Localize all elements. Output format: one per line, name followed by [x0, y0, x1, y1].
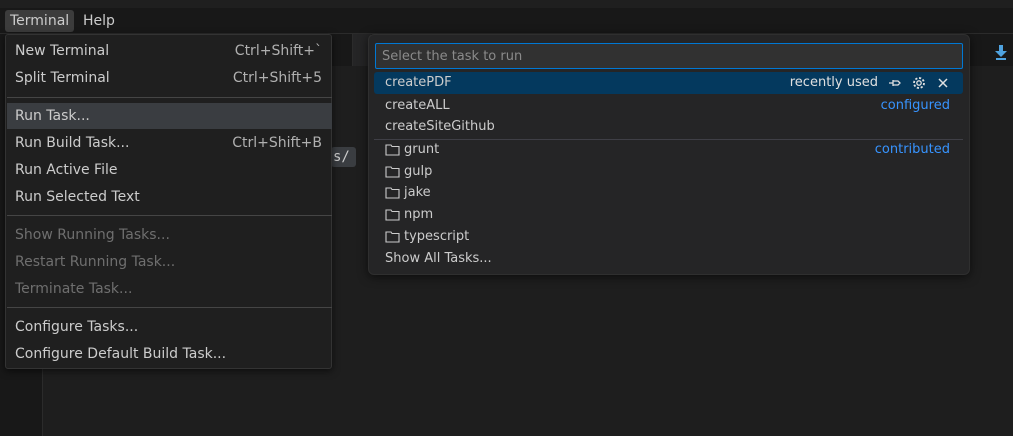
menu-item-run-selected-text[interactable]: Run Selected Text [7, 184, 332, 210]
menu-item-configure-tasks[interactable]: Configure Tasks... [7, 314, 332, 340]
menu-separator [7, 307, 332, 308]
menu-item-restart-running-task: Restart Running Task... [7, 249, 332, 275]
menu-item-label: Configure Tasks... [15, 319, 139, 335]
task-item-createall[interactable]: createALL configured [374, 95, 963, 117]
terminal-menu: New Terminal Ctrl+Shift+` Split Terminal… [5, 34, 332, 369]
folder-icon [385, 209, 400, 221]
menu-item-label: Restart Running Task... [15, 254, 176, 270]
task-item-grunt[interactable]: grunt contributed [374, 139, 963, 161]
menu-item-shortcut: Ctrl+Shift+5 [232, 70, 322, 86]
task-item-label: createPDF [385, 75, 452, 90]
menu-item-shortcut: Ctrl+Shift+` [234, 43, 322, 59]
task-item-label: createALL [385, 98, 450, 113]
folder-icon [385, 231, 400, 243]
pin-icon[interactable] [887, 75, 903, 91]
task-item-typescript[interactable]: typescript [374, 226, 963, 248]
folder-icon [385, 144, 400, 156]
menu-item-label: Terminate Task... [15, 281, 133, 297]
download-icon[interactable] [990, 41, 1012, 63]
menu-separator [7, 215, 332, 216]
task-item-label: gulp [404, 164, 433, 179]
menu-item-label: Show Running Tasks... [15, 227, 170, 243]
task-item-tag: contributed [874, 142, 950, 157]
folder-icon [385, 166, 400, 178]
task-item-label: grunt [404, 142, 440, 157]
menu-item-label: Run Task... [15, 108, 90, 124]
menu-item-show-running-tasks: Show Running Tasks... [7, 222, 332, 248]
task-item-createpdf[interactable]: createPDF recently used [374, 72, 963, 94]
task-item-createsitegithub[interactable]: createSiteGithub [374, 116, 963, 138]
path-chip: s/ [331, 147, 356, 167]
menu-item-label: New Terminal [15, 43, 110, 59]
task-item-label: typescript [404, 229, 470, 244]
menu-item-label: Split Terminal [15, 70, 110, 86]
task-item-label: jake [404, 185, 431, 200]
folder-icon [385, 187, 400, 199]
window-top-strip [0, 0, 1013, 8]
task-item-npm[interactable]: npm [374, 204, 963, 226]
task-item-label: npm [404, 207, 434, 222]
menu-item-terminate-task: Terminate Task... [7, 276, 332, 302]
menu-item-run-active-file[interactable]: Run Active File [7, 157, 332, 183]
menu-item-run-build-task[interactable]: Run Build Task... Ctrl+Shift+B [7, 130, 332, 156]
menu-item-shortcut: Ctrl+Shift+B [232, 135, 322, 151]
task-search-input[interactable] [375, 43, 963, 69]
menu-item-new-terminal[interactable]: New Terminal Ctrl+Shift+` [7, 38, 332, 64]
task-item-jake[interactable]: jake [374, 182, 963, 204]
menu-item-label: Run Active File [15, 162, 118, 178]
menubar-help[interactable]: Help [78, 10, 120, 32]
task-item-show-all-tasks[interactable]: Show All Tasks... [374, 248, 963, 270]
task-item-gulp[interactable]: gulp [374, 161, 963, 183]
menu-item-split-terminal[interactable]: Split Terminal Ctrl+Shift+5 [7, 65, 332, 91]
task-item-tag: configured [880, 98, 950, 113]
menu-item-configure-default-build-task[interactable]: Configure Default Build Task... [7, 341, 332, 367]
task-item-label: Show All Tasks... [385, 251, 492, 266]
task-quick-pick: createPDF recently used createALL config… [368, 34, 970, 275]
menu-item-label: Run Selected Text [15, 189, 140, 205]
task-item-label: createSiteGithub [385, 119, 495, 134]
task-item-tag: recently used [789, 75, 878, 90]
menu-item-run-task[interactable]: Run Task... [7, 103, 332, 129]
menu-item-label: Configure Default Build Task... [15, 346, 227, 362]
close-icon[interactable] [935, 75, 951, 91]
gear-icon[interactable] [911, 75, 927, 91]
menubar-terminal[interactable]: Terminal [5, 10, 75, 32]
menu-separator [7, 97, 332, 98]
menu-item-label: Run Build Task... [15, 135, 130, 151]
menu-bar: Terminal Help [0, 8, 1013, 34]
